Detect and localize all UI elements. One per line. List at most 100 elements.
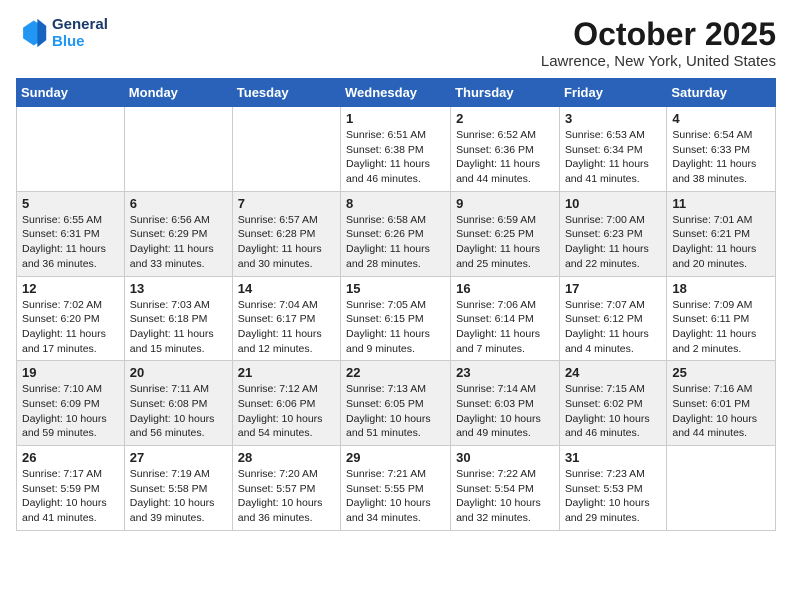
calendar-week-row: 12 Sunrise: 7:02 AM Sunset: 6:20 PM Dayli… xyxy=(17,276,776,361)
header-tuesday: Tuesday xyxy=(232,79,340,107)
day-number: 13 xyxy=(130,281,227,296)
day-info: Sunrise: 7:07 AM Sunset: 6:12 PM Dayligh… xyxy=(565,298,661,357)
day-number: 18 xyxy=(672,281,770,296)
calendar-cell: 17 Sunrise: 7:07 AM Sunset: 6:12 PM Dayli… xyxy=(559,276,666,361)
day-number: 2 xyxy=(456,111,554,126)
calendar-cell: 14 Sunrise: 7:04 AM Sunset: 6:17 PM Dayli… xyxy=(232,276,340,361)
day-info: Sunrise: 7:13 AM Sunset: 6:05 PM Dayligh… xyxy=(346,382,445,441)
day-number: 10 xyxy=(565,196,661,211)
calendar-cell: 6 Sunrise: 6:56 AM Sunset: 6:29 PM Daylig… xyxy=(124,191,232,276)
calendar-cell: 10 Sunrise: 7:00 AM Sunset: 6:23 PM Dayli… xyxy=(559,191,666,276)
day-number: 5 xyxy=(22,196,119,211)
logo: General Blue xyxy=(16,16,108,50)
day-info: Sunrise: 7:17 AM Sunset: 5:59 PM Dayligh… xyxy=(22,467,119,526)
day-info: Sunrise: 7:21 AM Sunset: 5:55 PM Dayligh… xyxy=(346,467,445,526)
calendar-cell: 2Sunrise: 6:52 AM Sunset: 6:36 PM Daylig… xyxy=(451,107,560,192)
day-number: 3 xyxy=(565,111,661,126)
calendar-cell: 30 Sunrise: 7:22 AM Sunset: 5:54 PM Dayli… xyxy=(451,446,560,531)
calendar-cell: 20 Sunrise: 7:11 AM Sunset: 6:08 PM Dayli… xyxy=(124,361,232,446)
day-info: Sunrise: 7:09 AM Sunset: 6:11 PM Dayligh… xyxy=(672,298,770,357)
calendar-week-row: 19 Sunrise: 7:10 AM Sunset: 6:09 PM Dayli… xyxy=(17,361,776,446)
header-saturday: Saturday xyxy=(667,79,776,107)
calendar-cell: 27 Sunrise: 7:19 AM Sunset: 5:58 PM Dayli… xyxy=(124,446,232,531)
calendar-cell xyxy=(667,446,776,531)
calendar-week-row: 5 Sunrise: 6:55 AM Sunset: 6:31 PM Daylig… xyxy=(17,191,776,276)
day-number: 19 xyxy=(22,365,119,380)
day-number: 9 xyxy=(456,196,554,211)
day-number: 30 xyxy=(456,450,554,465)
calendar-cell: 3 Sunrise: 6:53 AM Sunset: 6:34 PM Daylig… xyxy=(559,107,666,192)
day-number: 20 xyxy=(130,365,227,380)
day-info: Sunrise: 7:05 AM Sunset: 6:15 PM Dayligh… xyxy=(346,298,445,357)
calendar-cell xyxy=(232,107,340,192)
title-block: October 2025 Lawrence, New York, United … xyxy=(541,16,776,70)
day-number: 29 xyxy=(346,450,445,465)
day-info: Sunrise: 7:06 AM Sunset: 6:14 PM Dayligh… xyxy=(456,298,554,357)
calendar-cell: 29 Sunrise: 7:21 AM Sunset: 5:55 PM Dayli… xyxy=(341,446,451,531)
day-info: Sunrise: 6:53 AM Sunset: 6:34 PM Dayligh… xyxy=(565,128,661,187)
day-info: Sunrise: 7:03 AM Sunset: 6:18 PM Dayligh… xyxy=(130,298,227,357)
day-number: 25 xyxy=(672,365,770,380)
day-number: 17 xyxy=(565,281,661,296)
day-info: Sunrise: 7:19 AM Sunset: 5:58 PM Dayligh… xyxy=(130,467,227,526)
day-info: Sunrise: 6:55 AM Sunset: 6:31 PM Dayligh… xyxy=(22,213,119,272)
day-info: Sunrise: 6:56 AM Sunset: 6:29 PM Dayligh… xyxy=(130,213,227,272)
day-number: 26 xyxy=(22,450,119,465)
header-monday: Monday xyxy=(124,79,232,107)
calendar-cell: 21Sunrise: 7:12 AM Sunset: 6:06 PM Dayli… xyxy=(232,361,340,446)
day-info: Sunrise: 7:02 AM Sunset: 6:20 PM Dayligh… xyxy=(22,298,119,357)
day-number: 11 xyxy=(672,196,770,211)
day-info: Sunrise: 7:04 AM Sunset: 6:17 PM Dayligh… xyxy=(238,298,335,357)
day-number: 28 xyxy=(238,450,335,465)
calendar-week-row: 1 Sunrise: 6:51 AM Sunset: 6:38 PM Daylig… xyxy=(17,107,776,192)
calendar-cell: 9 Sunrise: 6:59 AM Sunset: 6:25 PM Daylig… xyxy=(451,191,560,276)
day-number: 12 xyxy=(22,281,119,296)
day-info: Sunrise: 7:14 AM Sunset: 6:03 PM Dayligh… xyxy=(456,382,554,441)
day-info: Sunrise: 7:10 AM Sunset: 6:09 PM Dayligh… xyxy=(22,382,119,441)
calendar-cell: 13 Sunrise: 7:03 AM Sunset: 6:18 PM Dayli… xyxy=(124,276,232,361)
calendar-cell: 18 Sunrise: 7:09 AM Sunset: 6:11 PM Dayli… xyxy=(667,276,776,361)
calendar-cell: 25 Sunrise: 7:16 AM Sunset: 6:01 PM Dayli… xyxy=(667,361,776,446)
day-number: 6 xyxy=(130,196,227,211)
day-number: 1 xyxy=(346,111,445,126)
logo-text: General Blue xyxy=(52,16,108,50)
header-sunday: Sunday xyxy=(17,79,125,107)
calendar-cell: 26 Sunrise: 7:17 AM Sunset: 5:59 PM Dayli… xyxy=(17,446,125,531)
day-number: 14 xyxy=(238,281,335,296)
day-number: 27 xyxy=(130,450,227,465)
day-info: Sunrise: 7:00 AM Sunset: 6:23 PM Dayligh… xyxy=(565,213,661,272)
day-info: Sunrise: 7:11 AM Sunset: 6:08 PM Dayligh… xyxy=(130,382,227,441)
day-info: Sunrise: 6:59 AM Sunset: 6:25 PM Dayligh… xyxy=(456,213,554,272)
calendar-cell: 4Sunrise: 6:54 AM Sunset: 6:33 PM Daylig… xyxy=(667,107,776,192)
calendar-week-row: 26 Sunrise: 7:17 AM Sunset: 5:59 PM Dayli… xyxy=(17,446,776,531)
header-wednesday: Wednesday xyxy=(341,79,451,107)
calendar-cell: 16 Sunrise: 7:06 AM Sunset: 6:14 PM Dayli… xyxy=(451,276,560,361)
day-number: 24 xyxy=(565,365,661,380)
day-info: Sunrise: 6:57 AM Sunset: 6:28 PM Dayligh… xyxy=(238,213,335,272)
calendar-header-row: SundayMondayTuesdayWednesdayThursdayFrid… xyxy=(17,79,776,107)
calendar-table: SundayMondayTuesdayWednesdayThursdayFrid… xyxy=(16,78,776,531)
day-info: Sunrise: 7:12 AM Sunset: 6:06 PM Dayligh… xyxy=(238,382,335,441)
calendar-cell: 8Sunrise: 6:58 AM Sunset: 6:26 PM Daylig… xyxy=(341,191,451,276)
calendar-cell: 15Sunrise: 7:05 AM Sunset: 6:15 PM Dayli… xyxy=(341,276,451,361)
day-info: Sunrise: 6:51 AM Sunset: 6:38 PM Dayligh… xyxy=(346,128,445,187)
calendar-cell: 7Sunrise: 6:57 AM Sunset: 6:28 PM Daylig… xyxy=(232,191,340,276)
calendar-cell xyxy=(17,107,125,192)
calendar-cell: 31Sunrise: 7:23 AM Sunset: 5:53 PM Dayli… xyxy=(559,446,666,531)
day-info: Sunrise: 7:01 AM Sunset: 6:21 PM Dayligh… xyxy=(672,213,770,272)
day-info: Sunrise: 7:16 AM Sunset: 6:01 PM Dayligh… xyxy=(672,382,770,441)
month-title: October 2025 xyxy=(541,16,776,53)
day-number: 16 xyxy=(456,281,554,296)
day-number: 22 xyxy=(346,365,445,380)
calendar-cell: 24Sunrise: 7:15 AM Sunset: 6:02 PM Dayli… xyxy=(559,361,666,446)
location-subtitle: Lawrence, New York, United States xyxy=(541,53,776,70)
calendar-cell: 19 Sunrise: 7:10 AM Sunset: 6:09 PM Dayli… xyxy=(17,361,125,446)
calendar-cell: 28 Sunrise: 7:20 AM Sunset: 5:57 PM Dayli… xyxy=(232,446,340,531)
header-friday: Friday xyxy=(559,79,666,107)
day-number: 23 xyxy=(456,365,554,380)
page-header: General Blue October 2025 Lawrence, New … xyxy=(16,16,776,70)
day-info: Sunrise: 7:20 AM Sunset: 5:57 PM Dayligh… xyxy=(238,467,335,526)
day-number: 8 xyxy=(346,196,445,211)
day-info: Sunrise: 7:22 AM Sunset: 5:54 PM Dayligh… xyxy=(456,467,554,526)
day-info: Sunrise: 6:54 AM Sunset: 6:33 PM Dayligh… xyxy=(672,128,770,187)
